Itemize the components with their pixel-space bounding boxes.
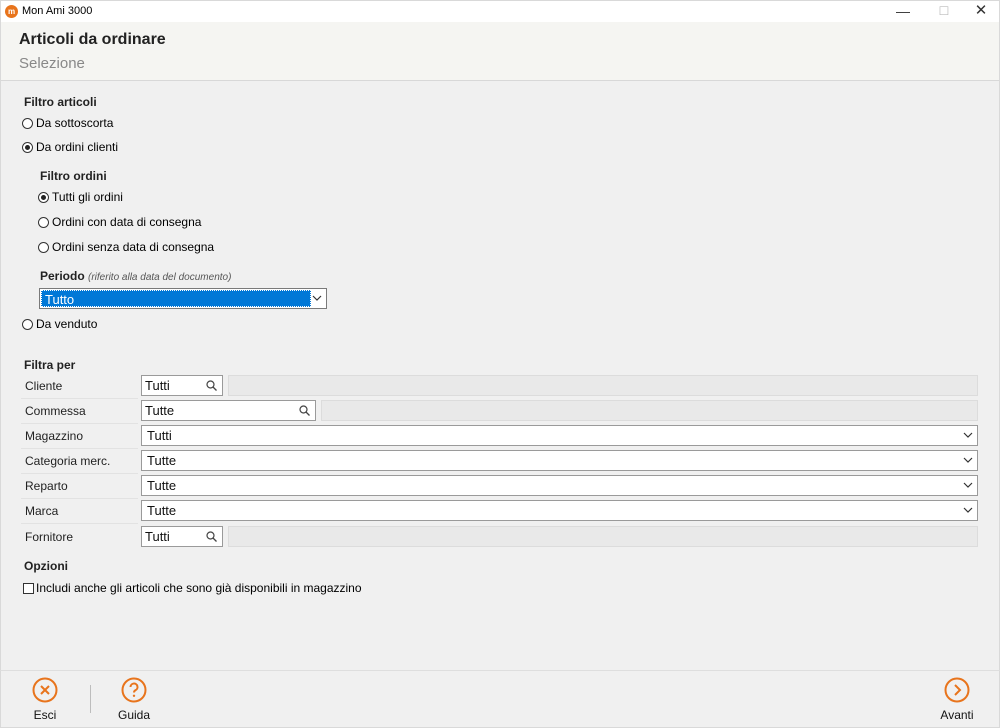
radio-da-venduto[interactable]: Da venduto (22, 316, 97, 332)
page-header: Articoli da ordinare Selezione (0, 22, 1000, 81)
arrow-right-circle-icon (944, 677, 970, 703)
radio-ordini-con-data[interactable]: Ordini con data di consegna (38, 214, 201, 230)
marca-value: Tutte (147, 503, 177, 518)
cliente-input[interactable]: Tutti (141, 375, 223, 396)
filtro-articoli-heading: Filtro articoli (24, 95, 97, 109)
esci-label: Esci (33, 708, 57, 722)
cliente-label: Cliente (25, 379, 63, 393)
row-separator (21, 423, 138, 424)
commessa-description (321, 400, 978, 421)
categoria-select[interactable]: Tutte (141, 450, 978, 471)
radio-ordini-senza-data[interactable]: Ordini senza data di consegna (38, 239, 214, 255)
periodo-heading: Periodo (riferito alla data del document… (40, 269, 231, 283)
help-circle-icon (121, 677, 147, 703)
fornitore-description (228, 526, 978, 547)
avanti-label: Avanti (940, 708, 974, 722)
radio-label: Da venduto (36, 317, 98, 331)
search-icon (206, 531, 217, 542)
row-separator (21, 448, 138, 449)
checkbox-label: Includi anche gli articoli che sono già … (36, 581, 362, 595)
radio-indicator (38, 191, 49, 203)
maximize-icon: ☐ (938, 4, 950, 18)
includi-disponibili-checkbox[interactable]: Includi anche gli articoli che sono già … (23, 581, 362, 595)
radio-label: Da ordini clienti (36, 140, 119, 154)
row-separator (21, 473, 138, 474)
fornitore-label: Fornitore (25, 530, 74, 544)
main-panel: Filtro articoli Da sottoscorta Da ordini… (0, 81, 1000, 670)
reparto-value: Tutte (147, 478, 177, 493)
marca-label: Marca (25, 504, 59, 518)
radio-da-ordini-clienti[interactable]: Da ordini clienti (22, 139, 118, 155)
window-title: Mon Ami 3000 (22, 5, 93, 17)
checkbox-box (23, 582, 34, 594)
categoria-value: Tutte (147, 453, 177, 468)
cliente-description (228, 375, 978, 396)
magazzino-value: Tutti (147, 428, 172, 443)
window-titlebar[interactable]: m Mon Ami 3000 — ☐ ✕ (0, 0, 1000, 22)
close-window-button[interactable]: ✕ (961, 1, 1000, 23)
minimize-button[interactable]: — (883, 1, 923, 23)
categoria-label: Categoria merc. (25, 454, 111, 468)
avanti-button[interactable]: Avanti (937, 677, 977, 722)
radio-indicator (38, 216, 49, 228)
footer-separator (90, 685, 91, 713)
radio-label: Da sottoscorta (36, 116, 114, 130)
radio-label: Tutti gli ordini (52, 190, 123, 204)
periodo-value: Tutto (41, 290, 311, 307)
radio-indicator (22, 318, 33, 330)
periodo-label: Periodo (40, 269, 85, 283)
radio-indicator (22, 117, 33, 129)
chevron-down-icon (963, 507, 973, 513)
app-logo-icon: m (5, 5, 18, 18)
radio-label: Ordini senza data di consegna (52, 240, 215, 254)
radio-indicator (22, 141, 33, 153)
chevron-down-icon (312, 295, 322, 301)
guida-button[interactable]: Guida (114, 677, 154, 722)
page-subtitle: Selezione (19, 55, 85, 72)
row-separator (21, 523, 138, 524)
page-title: Articoli da ordinare (19, 31, 166, 48)
commessa-input[interactable]: Tutte (141, 400, 316, 421)
chevron-down-icon (963, 457, 973, 463)
chevron-down-icon (963, 482, 973, 488)
chevron-down-icon (963, 432, 973, 438)
filtro-ordini-heading: Filtro ordini (40, 169, 107, 183)
close-icon: ✕ (974, 2, 988, 19)
row-separator (21, 398, 138, 399)
magazzino-label: Magazzino (25, 429, 84, 443)
fornitore-input[interactable]: Tutti (141, 526, 223, 547)
close-circle-icon (32, 677, 58, 703)
minimize-icon: — (896, 3, 910, 19)
search-icon (299, 405, 310, 416)
periodo-select[interactable]: Tutto (39, 288, 327, 309)
row-separator (21, 498, 138, 499)
fornitore-value: Tutti (145, 529, 170, 544)
guida-label: Guida (117, 708, 151, 722)
commessa-value: Tutte (145, 403, 175, 418)
magazzino-select[interactable]: Tutti (141, 425, 978, 446)
cliente-value: Tutti (145, 378, 170, 393)
periodo-note: (riferito alla data del documento) (88, 272, 232, 283)
search-icon (206, 380, 217, 391)
radio-da-sottoscorta[interactable]: Da sottoscorta (22, 115, 113, 131)
maximize-button[interactable]: ☐ (924, 1, 964, 23)
filtra-per-heading: Filtra per (24, 358, 76, 372)
footer-toolbar: Esci Guida Avanti (0, 670, 1000, 728)
commessa-label: Commessa (25, 404, 86, 418)
radio-tutti-gli-ordini[interactable]: Tutti gli ordini (38, 189, 123, 205)
marca-select[interactable]: Tutte (141, 500, 978, 521)
opzioni-heading: Opzioni (24, 559, 68, 573)
esci-button[interactable]: Esci (29, 677, 61, 722)
radio-label: Ordini con data di consegna (52, 215, 202, 229)
radio-indicator (38, 241, 49, 253)
reparto-label: Reparto (25, 479, 68, 493)
reparto-select[interactable]: Tutte (141, 475, 978, 496)
